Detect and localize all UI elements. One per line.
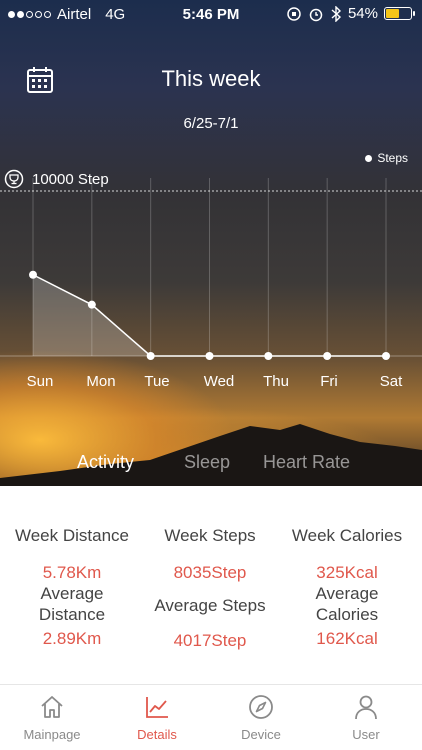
nav-label-device: Device [241,727,281,742]
nav-mainpage[interactable]: Mainpage [7,693,97,742]
steps-point-sun [29,270,37,279]
tab-bar: Activity Sleep Heart Rate [0,452,422,480]
average-distance-label-2: Distance [38,605,106,624]
steps-point-thu [264,352,273,360]
tick-label-sat: Sat [380,373,403,390]
average-calories-label-2: Calories [315,605,379,624]
tab-heart-rate[interactable]: Heart Rate [263,452,350,473]
distance-heading: Week Distance [14,526,129,545]
nav-label-mainpage: Mainpage [23,727,81,742]
average-calories-value: 162Kcal [316,629,378,648]
goal-label: 10000 Step [32,170,109,188]
chart-icon [146,697,168,718]
nav-details[interactable]: Details [112,693,202,742]
steps-chart: Sun Mon Tue Wed Thu Fri Sat [0,178,422,390]
steps-heading: Week Steps [164,526,256,545]
average-steps-label: Average Steps [154,596,266,615]
steps-stat: Week Steps 8035Step Average Steps 4017St… [145,526,275,651]
nav-user[interactable]: User [321,693,411,742]
calories-stat: Week Calories 325Kcal Average Calories 1… [283,526,411,649]
goal-marker: 10000 Step [4,169,109,189]
tick-label-thu: Thu [263,373,289,390]
compass-icon [249,695,273,719]
distance-value: 5.78Km [42,563,102,582]
weekly-stats: Week Distance 5.78Km Average Distance 2.… [0,486,422,684]
average-calories-label-1: Average [315,584,379,603]
tick-label-fri: Fri [320,373,338,390]
calories-heading: Week Calories [291,526,403,545]
average-steps-value: 4017Step [173,631,247,650]
tab-sleep[interactable]: Sleep [184,452,230,473]
tick-label-wed: Wed [204,373,235,390]
nav-device[interactable]: Device [216,693,306,742]
steps-point-wed [205,352,214,360]
steps-point-tue [146,352,155,360]
tick-label-mon: Mon [86,373,115,390]
hero-background: Airtel 4G 5:46 PM 54% This week 6/25-7/1… [0,0,422,486]
average-distance-label-1: Average [40,584,104,603]
nav-label-details: Details [137,727,177,742]
bottom-nav: Mainpage Details Device User [0,684,422,750]
user-icon [355,695,377,720]
calories-value: 325Kcal [316,563,378,582]
steps-point-sat [382,352,390,360]
steps-point-fri [323,352,332,360]
distance-stat: Week Distance 5.78Km Average Distance 2.… [6,526,138,649]
trophy-icon [4,169,24,189]
tick-label-sun: Sun [27,373,54,390]
steps-value: 8035Step [173,563,247,582]
steps-point-mon [87,300,96,309]
tick-label-tue: Tue [144,373,169,390]
tab-activity[interactable]: Activity [77,452,134,473]
nav-label-user: User [352,727,380,742]
home-icon [41,696,63,718]
average-distance-value: 2.89Km [42,629,102,648]
